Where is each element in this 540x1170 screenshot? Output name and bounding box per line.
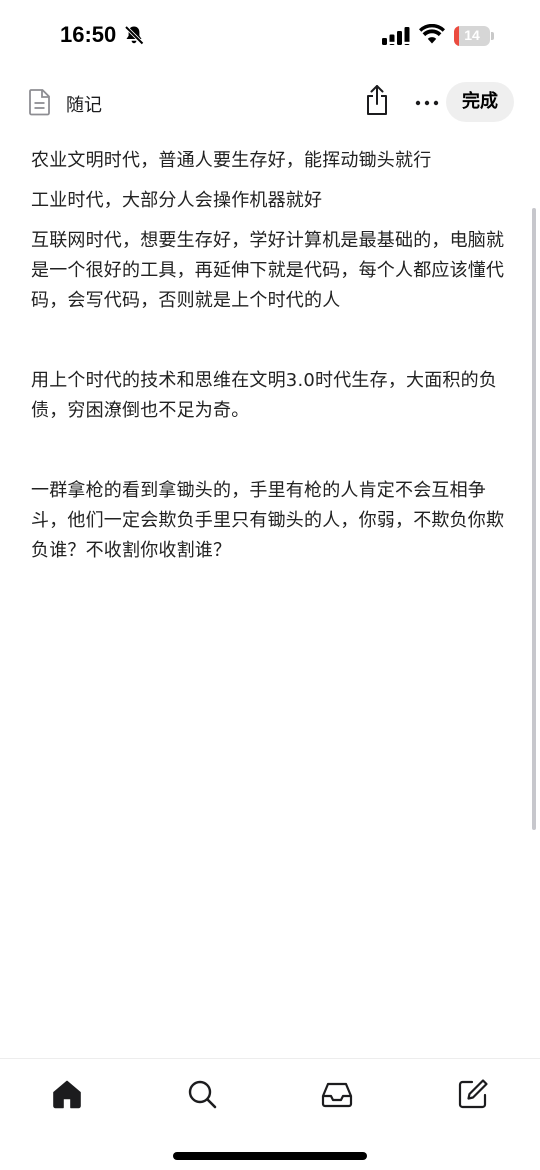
inbox-icon[interactable]: [320, 1077, 354, 1111]
note-title: 随记: [66, 95, 102, 116]
battery-cap: [491, 32, 494, 40]
search-icon[interactable]: [185, 1077, 219, 1111]
done-button[interactable]: 完成: [446, 82, 514, 122]
home-icon[interactable]: [50, 1077, 84, 1111]
status-time: 16:50: [60, 22, 117, 47]
scrollbar[interactable]: [532, 208, 536, 830]
more-icon[interactable]: [414, 90, 440, 116]
battery-level: 14: [464, 27, 480, 43]
note-body[interactable]: 农业文明时代，普通人要生存好，能挥动锄头就行 工业时代，大部分人会操作机器就好 …: [31, 146, 509, 566]
paragraph-4: 用上个时代的技术和思维在文明3.0时代生存，大面积的负债，穷困潦倒也不足为奇。: [31, 370, 498, 421]
document-icon: [29, 89, 50, 116]
signal-icon: [382, 27, 410, 45]
compose-icon[interactable]: [456, 1077, 490, 1111]
paragraph-3: 互联网时代，想要生存好，学好计算机是最基础的，电脑就是一个很好的工具，再延伸下就…: [31, 230, 505, 311]
home-indicator[interactable]: [173, 1152, 367, 1160]
bell-slash-icon: [124, 25, 144, 45]
note-toolbar: 随记 完成: [0, 80, 540, 126]
share-icon[interactable]: [364, 84, 390, 116]
battery-icon: 14: [454, 26, 490, 46]
status-bar: 16:50 14: [0, 0, 540, 72]
paragraph-5: 一群拿枪的看到拿锄头的，手里有枪的人肯定不会互相争斗，他们一定会欺负手里只有锄头…: [31, 480, 505, 561]
screen: 16:50 14 随记 完成 农业文明时代，普通人要生存好，能挥动锄头就行 工业…: [0, 0, 540, 1170]
paragraph-2: 工业时代，大部分人会操作机器就好: [31, 190, 323, 211]
paragraph-1: 农业文明时代，普通人要生存好，能挥动锄头就行: [31, 150, 432, 171]
wifi-icon: [419, 24, 445, 44]
